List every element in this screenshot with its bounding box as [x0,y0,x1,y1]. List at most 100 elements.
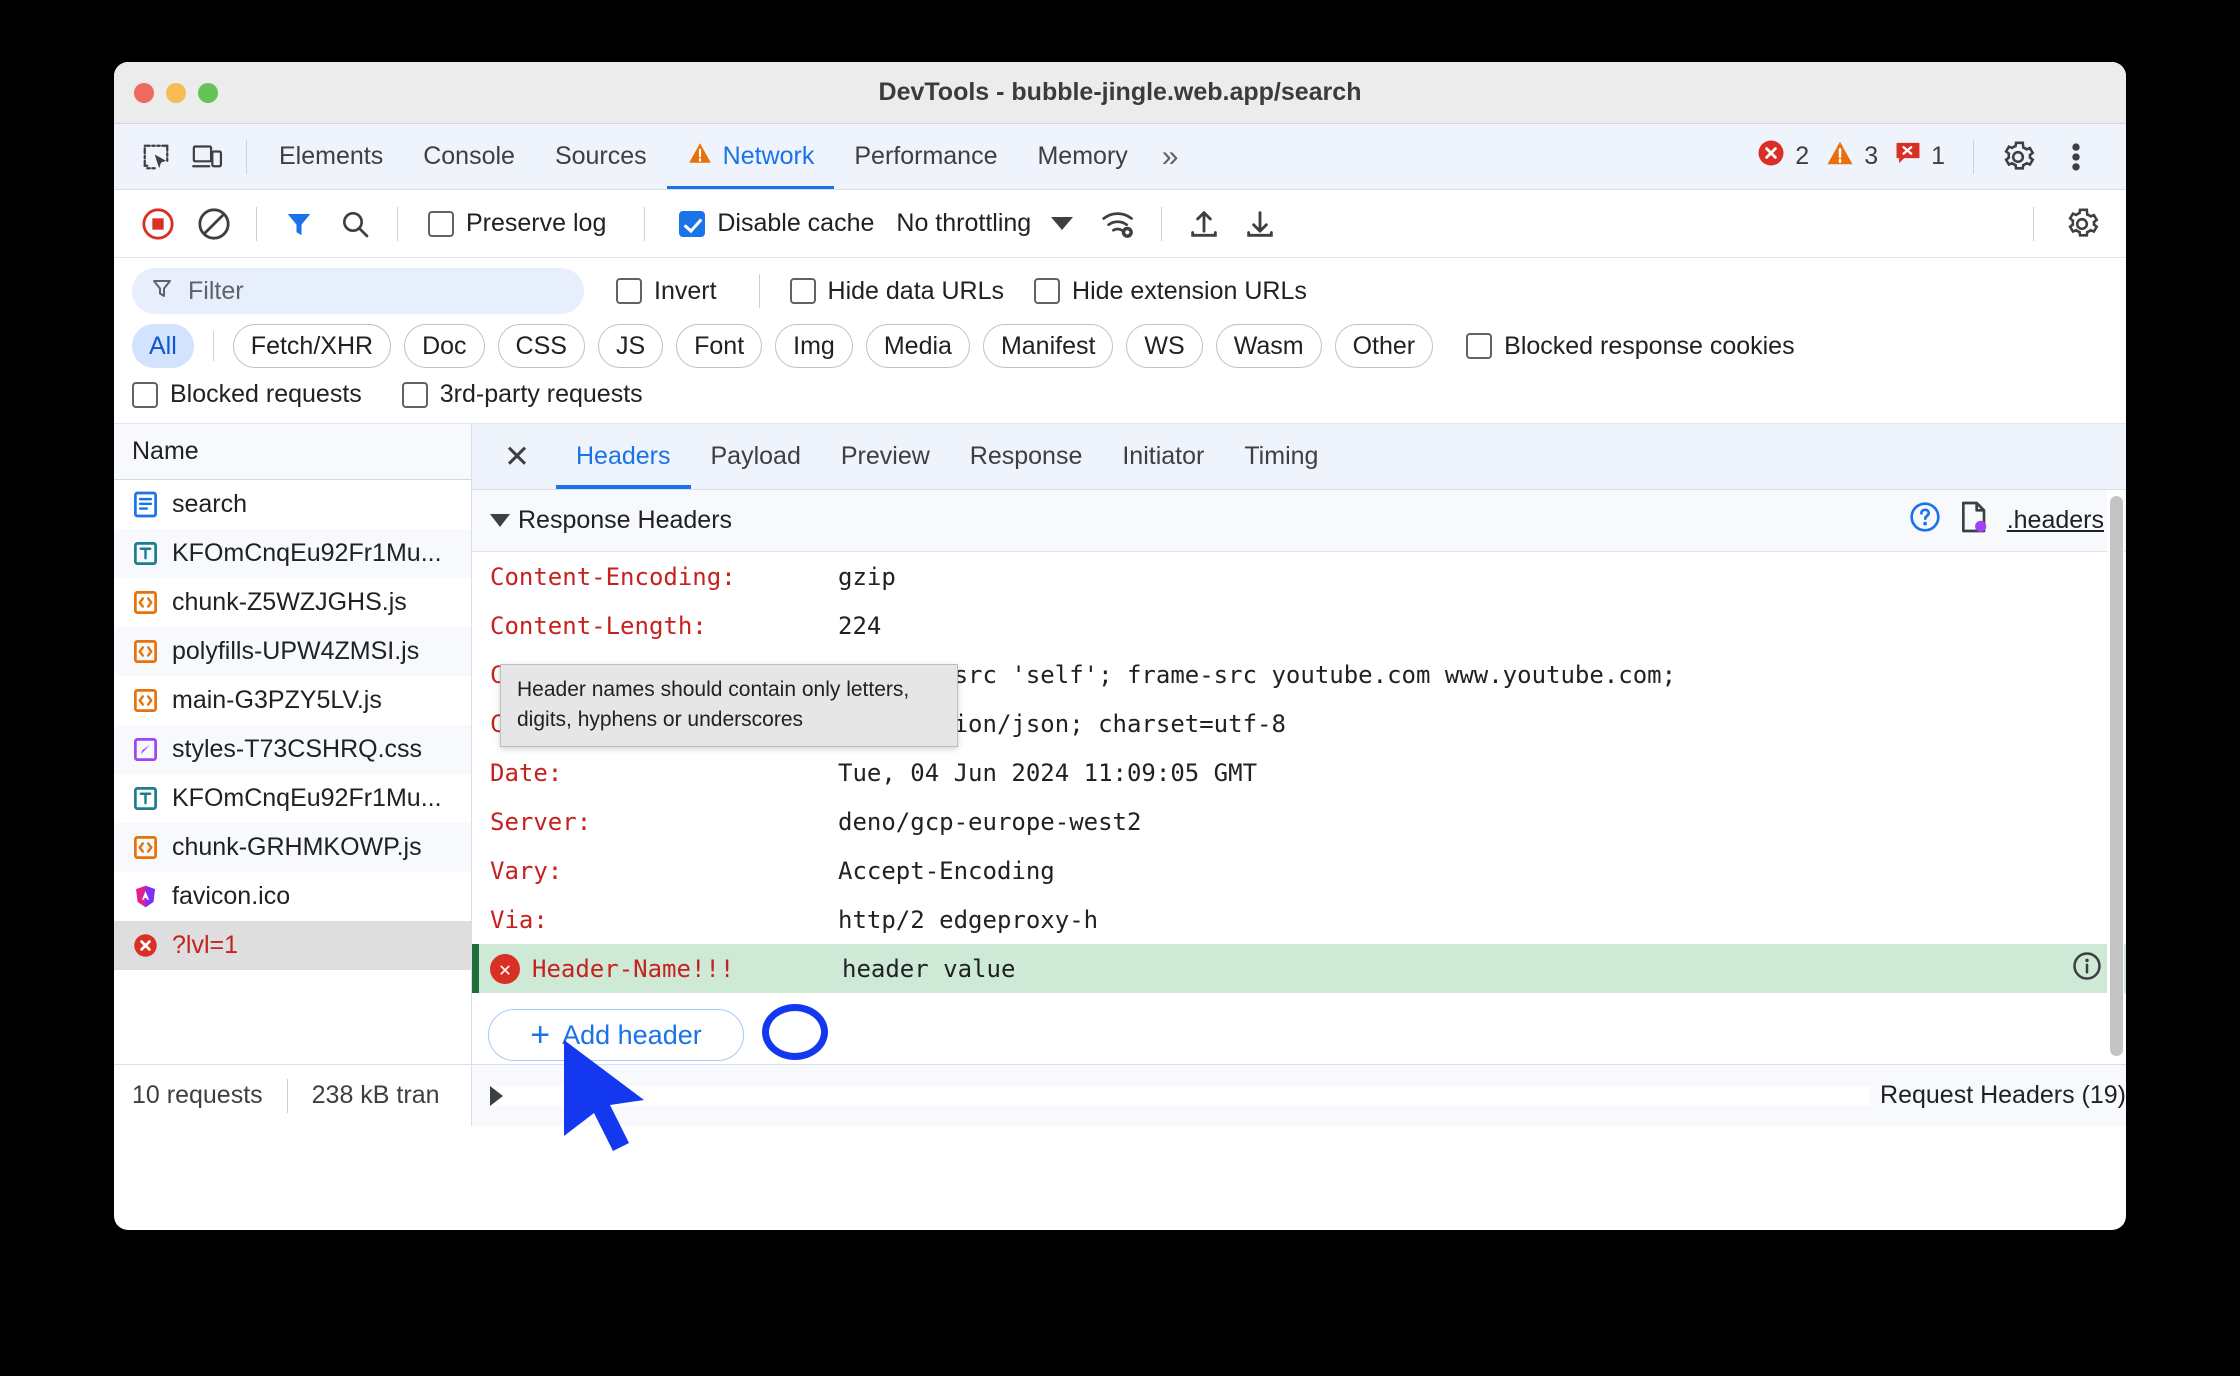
type-chip-js[interactable]: JS [597,324,664,368]
clear-icon[interactable] [188,201,240,247]
toolbar-divider [212,331,214,361]
more-tabs-icon[interactable]: » [1148,140,1193,174]
hide-data-urls-checkbox[interactable]: Hide data URLs [789,277,1004,306]
request-row-font-1[interactable]: KFOmCnqEu92Fr1Mu... [114,529,471,578]
network-conditions-icon[interactable] [1093,201,1145,247]
throttling-select[interactable]: No throttling [896,209,1031,238]
detail-scrollbar-thumb[interactable] [2110,496,2123,1056]
filter-icon[interactable] [273,201,325,247]
third-party-requests-label: 3rd-party requests [439,380,643,408]
tab-sources[interactable]: Sources [535,125,667,189]
type-chip-font[interactable]: Font [676,324,763,368]
headers-file-link[interactable]: .headers [2007,506,2104,535]
type-chip-doc[interactable]: Doc [404,324,485,368]
tab-preview[interactable]: Preview [821,425,950,489]
tab-response[interactable]: Response [950,425,1103,489]
blocked-response-cookies-checkbox[interactable]: Blocked response cookies [1466,332,1795,361]
request-row-lvl1[interactable]: ?lvl=1 [114,921,471,970]
tab-initiator[interactable]: Initiator [1102,425,1224,489]
header-value[interactable]: header value [842,955,1015,983]
header-row-invalid[interactable]: ✕ Header-Name!!! header value [472,944,2126,993]
request-row-polyfills[interactable]: polyfills-UPW4ZMSI.js [114,627,471,676]
header-row-server[interactable]: Server: deno/gcp-europe-west2 [472,797,2126,846]
disable-cache-checkbox[interactable]: Disable cache [679,209,874,238]
type-chip-img[interactable]: Img [775,324,853,368]
search-icon[interactable] [329,201,381,247]
header-value[interactable]: deno/gcp-europe-west2 [838,808,1141,836]
tab-payload[interactable]: Payload [691,425,821,489]
request-row-favicon[interactable]: favicon.ico [114,872,471,921]
header-row-content-length[interactable]: Content-Length: 224 [472,601,2126,650]
type-chip-all[interactable]: All [132,324,194,368]
header-row-vary[interactable]: Vary: Accept-Encoding [472,846,2126,895]
checkbox-box [132,381,158,408]
header-row-date[interactable]: Date: Tue, 04 Jun 2024 11:09:05 GMT [472,748,2126,797]
help-icon[interactable] [1909,501,1941,540]
network-settings-gear-icon[interactable] [2056,201,2108,247]
header-value[interactable]: Tue, 04 Jun 2024 11:09:05 GMT [838,759,1257,787]
tab-network[interactable]: Network [667,125,835,189]
third-party-requests-checkbox[interactable]: 3rd-party requests [401,380,643,409]
request-row-main[interactable]: main-G3PZY5LV.js [114,676,471,725]
tab-console[interactable]: Console [403,125,535,189]
header-name[interactable]: Header-Name!!! [532,955,842,983]
tab-strip-right-controls: 2 3 1 [1756,134,2110,180]
response-headers-section-header[interactable]: Response Headers .headers [472,490,2126,552]
record-icon[interactable] [132,201,184,247]
tab-memory[interactable]: Memory [1017,125,1147,189]
chevron-down-icon[interactable] [1051,217,1074,230]
error-counter[interactable]: 2 [1756,138,1809,175]
header-value[interactable]: http/2 edgeproxy-h [838,906,1098,934]
request-name: chunk-Z5WZJGHS.js [172,588,407,616]
more-options-icon[interactable] [2050,134,2102,180]
request-row-font-2[interactable]: KFOmCnqEu92Fr1Mu... [114,774,471,823]
issues-counter[interactable]: 1 [1894,140,1945,173]
detail-tab-strip: ✕ Headers Payload Preview Response Initi… [472,424,2126,490]
header-name: Vary: [490,856,563,885]
header-value[interactable]: 224 [838,612,881,640]
type-chip-css[interactable]: CSS [497,324,585,368]
request-headers-section-header[interactable]: Request Headers (19) [472,1065,2126,1126]
type-chip-media[interactable]: Media [865,324,970,368]
hide-extension-urls-checkbox[interactable]: Hide extension URLs [1034,277,1307,306]
header-value[interactable]: default-src 'self'; frame-src youtube.co… [838,661,1676,689]
transferred-size: 238 kB tran [311,1081,440,1109]
tab-headers[interactable]: Headers [556,425,691,489]
tab-elements[interactable]: Elements [259,125,403,189]
checkbox-box [401,381,428,408]
request-row-styles[interactable]: styles-T73CSHRQ.css [114,725,471,774]
tab-performance[interactable]: Performance [834,125,1017,189]
search-input[interactable]: Filter [132,268,584,314]
tab-timing[interactable]: Timing [1224,425,1338,489]
resource-type-filters: All Fetch/XHR Doc CSS JS Font Img Media … [114,314,2126,368]
preserve-log-checkbox[interactable]: Preserve log [428,209,606,238]
blocked-requests-checkbox[interactable]: Blocked requests [132,380,362,409]
tab-label: Elements [279,142,384,170]
request-row-chunk-grhmkowp[interactable]: chunk-GRHMKOWP.js [114,823,471,872]
checkbox-box [679,210,706,237]
invert-checkbox[interactable]: Invert [616,277,717,306]
request-row-chunk-z5wzjghs[interactable]: chunk-Z5WZJGHS.js [114,578,471,627]
type-chip-other[interactable]: Other [1334,324,1434,368]
header-row-via[interactable]: Via: http/2 edgeproxy-h [472,895,2126,944]
request-row-search[interactable]: search [114,480,471,529]
type-chip-ws[interactable]: WS [1126,324,1203,368]
export-har-icon[interactable] [1234,201,1286,247]
tab-label: Network [722,142,815,170]
script-icon [132,687,159,714]
gear-icon[interactable] [1992,134,2044,180]
type-chip-manifest[interactable]: Manifest [982,324,1114,368]
inspect-element-icon[interactable] [130,134,182,180]
info-icon[interactable] [2072,951,2102,987]
request-list-header[interactable]: Name [114,424,471,480]
header-value[interactable]: gzip [838,563,896,591]
warning-counter[interactable]: 3 [1825,139,1878,174]
close-icon[interactable]: ✕ [492,432,542,482]
header-value[interactable]: Accept-Encoding [838,857,1055,885]
type-chip-fetch-xhr[interactable]: Fetch/XHR [232,324,392,368]
headers-file-icon[interactable] [1959,501,1989,540]
type-chip-wasm[interactable]: Wasm [1215,324,1322,368]
import-har-icon[interactable] [1178,201,1230,247]
device-toolbar-icon[interactable] [182,134,234,180]
header-row-content-encoding[interactable]: Content-Encoding: gzip [472,552,2126,601]
